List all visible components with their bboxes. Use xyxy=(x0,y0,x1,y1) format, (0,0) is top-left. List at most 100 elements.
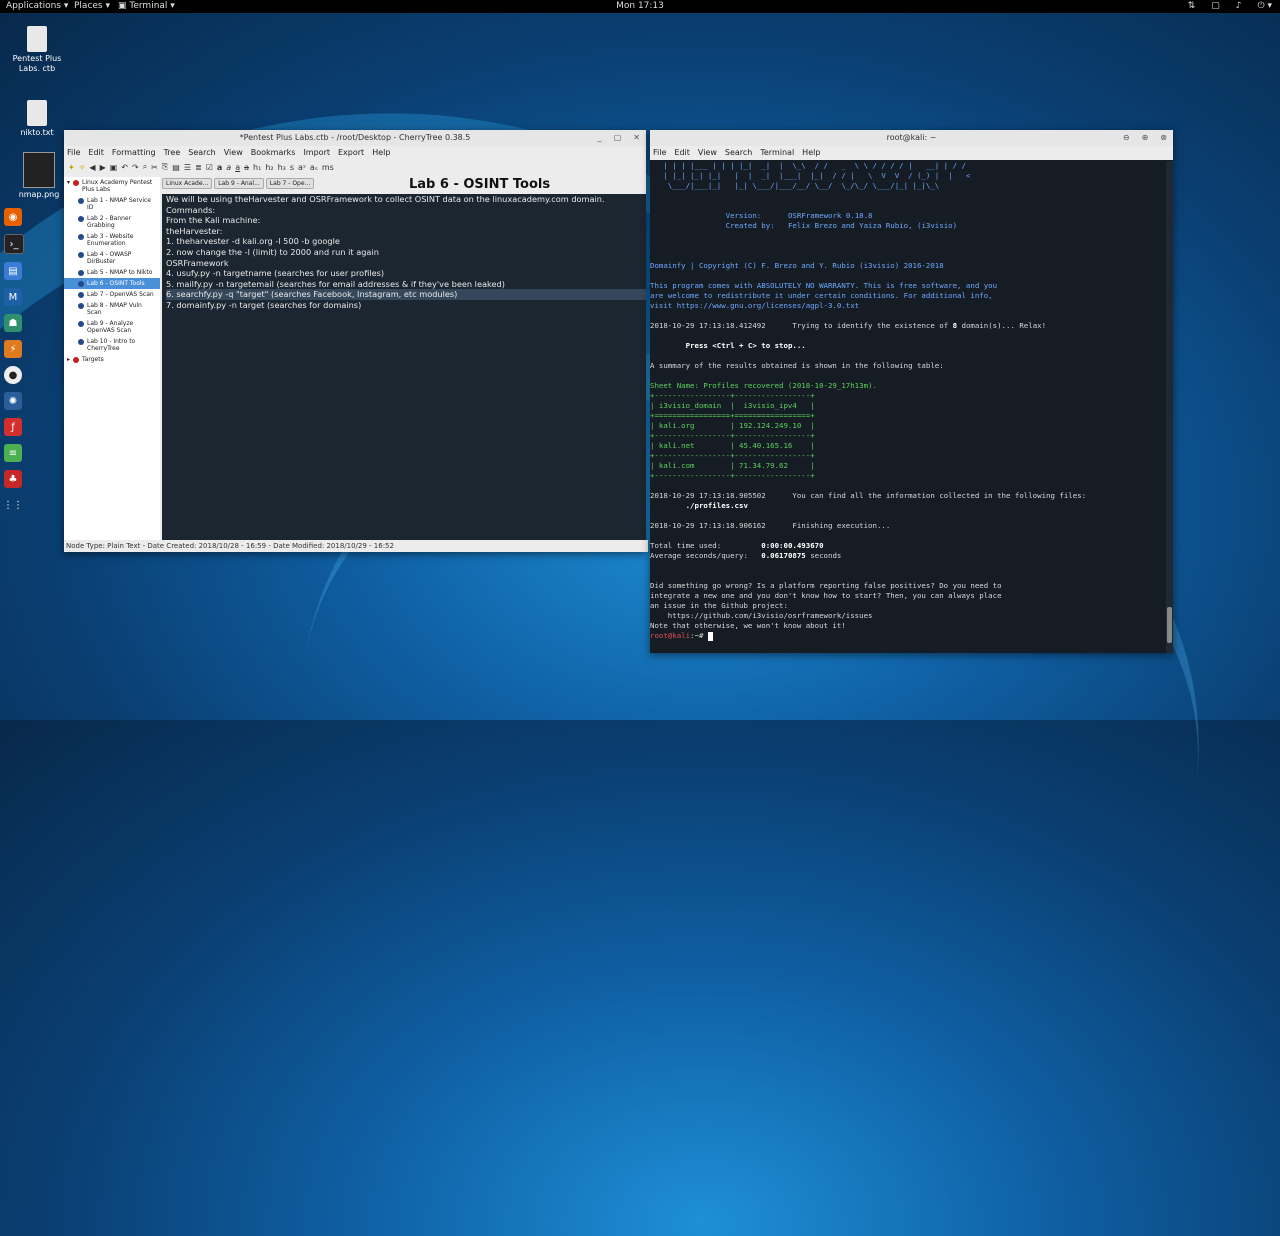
menu-bookmarks[interactable]: Bookmarks xyxy=(251,146,296,160)
close-icon[interactable]: ✕ xyxy=(633,130,640,146)
tree-node-label: Linux Academy Pentest Plus Labs xyxy=(82,179,153,193)
scrollbar-thumb[interactable] xyxy=(1167,607,1172,643)
tree-node-lab3[interactable]: Lab 3 - Website Enumeration xyxy=(64,231,160,249)
node-icon xyxy=(78,216,84,222)
created-value: Felix Brezo and Yaiza Rubio, (i3visio) xyxy=(787,221,958,230)
leafpad-icon[interactable]: ≡ xyxy=(4,444,22,462)
h2-icon[interactable]: h₂ xyxy=(265,163,273,172)
tab-linux-academy[interactable]: Linux Acade... xyxy=(162,178,213,189)
superscript-icon[interactable]: aˢ xyxy=(298,163,306,172)
bold-icon[interactable]: a xyxy=(217,163,222,172)
close-icon[interactable]: ⊗ xyxy=(1160,130,1167,146)
strikethrough-icon[interactable]: a xyxy=(244,163,249,172)
tree-node-lab10[interactable]: Lab 10 - Intro to CherryTree xyxy=(64,336,160,354)
node-icon xyxy=(78,339,84,345)
menu-tree[interactable]: Tree xyxy=(164,146,181,160)
bullet-list-icon[interactable]: ☰ xyxy=(184,163,191,172)
undo-icon[interactable]: ↶ xyxy=(121,163,128,172)
cut-icon[interactable]: ✂ xyxy=(151,163,158,172)
paste-icon[interactable]: ▤ xyxy=(172,163,180,172)
find-icon[interactable]: ⌕ xyxy=(143,162,147,172)
small-icon[interactable]: s xyxy=(290,163,294,172)
firefox-icon[interactable]: ◉ xyxy=(4,208,22,226)
terminal-titlebar[interactable]: root@kali: ~ ⊖ ⊕ ⊗ xyxy=(650,130,1173,146)
tree-node-root[interactable]: ▾ Linux Academy Pentest Plus Labs xyxy=(64,177,160,195)
menu-import[interactable]: Import xyxy=(303,146,330,160)
underline-icon[interactable]: a xyxy=(235,163,240,172)
maltego-icon[interactable]: ● xyxy=(4,366,22,384)
menu-view[interactable]: View xyxy=(224,146,243,160)
forward-icon[interactable]: ▶ xyxy=(100,163,106,172)
minimize-icon[interactable]: ⊖ xyxy=(1123,130,1130,146)
redo-icon[interactable]: ↷ xyxy=(132,163,139,172)
tree-node-lab1[interactable]: Lab 1 - NMAP Service ID xyxy=(64,195,160,213)
tree-node-lab9[interactable]: Lab 9 - Analyze OpenVAS Scan xyxy=(64,318,160,336)
power-icon[interactable]: ⏻ ▾ xyxy=(1258,0,1273,13)
maximize-icon[interactable]: ⊕ xyxy=(1142,130,1149,146)
menu-edit[interactable]: Edit xyxy=(674,146,690,160)
add-subnode-icon[interactable]: ✧ xyxy=(79,163,86,172)
add-node-icon[interactable]: ✦ xyxy=(68,163,75,172)
desktop-icon-ctb[interactable]: Pentest Plus Labs. ctb xyxy=(7,26,67,74)
menu-file[interactable]: File xyxy=(653,146,666,160)
metasploit-icon[interactable]: M xyxy=(4,288,22,306)
menu-file[interactable]: File xyxy=(67,146,80,160)
menu-search[interactable]: Search xyxy=(725,146,752,160)
faraday-icon[interactable]: ƒ xyxy=(4,418,22,436)
h3-icon[interactable]: h₃ xyxy=(278,163,286,172)
menu-help[interactable]: Help xyxy=(372,146,390,160)
tree-expander-icon[interactable]: ▾ xyxy=(67,179,70,186)
terminal-output[interactable]: | | | |___ | | | |_| _| | \_\ / / _ \ \ … xyxy=(650,161,1165,653)
total-label: Total time used: xyxy=(650,541,722,550)
clock[interactable]: Mon 17:13 xyxy=(0,0,1280,13)
checklist-icon[interactable]: ☑ xyxy=(206,163,213,172)
show-apps-icon[interactable]: ⋮⋮ xyxy=(3,496,23,514)
save-icon[interactable]: ▣ xyxy=(110,163,118,172)
copy-icon[interactable]: ⎘ xyxy=(162,162,168,172)
trying-text-end: domain(s)... Relax! xyxy=(957,321,1047,330)
shell-prompt: root@kali:~# xyxy=(650,631,708,640)
cherrytree-titlebar[interactable]: *Pentest Plus Labs.ctb - /root/Desktop -… xyxy=(64,130,646,146)
maximize-icon[interactable]: ▢ xyxy=(614,130,622,146)
tree-expander-icon[interactable]: ▸ xyxy=(67,356,70,363)
armitage-icon[interactable]: ☗ xyxy=(4,314,22,332)
tree-node-lab5[interactable]: Lab 5 - NMAP to Nikto xyxy=(64,267,160,278)
avg-value: 0.06170875 xyxy=(761,551,806,560)
cherrytree-icon[interactable]: ♣ xyxy=(4,470,22,488)
terminal-scrollbar[interactable] xyxy=(1166,161,1173,653)
italic-icon[interactable]: a xyxy=(226,163,231,172)
numbered-list-icon[interactable]: ≣ xyxy=(195,163,202,172)
tree-node-targets[interactable]: ▸ Targets xyxy=(64,354,160,365)
terminal-icon[interactable]: ›_ xyxy=(4,234,24,254)
node-icon xyxy=(73,357,80,363)
menu-help[interactable]: Help xyxy=(802,146,820,160)
tree-node-lab7[interactable]: Lab 7 - OpenVAS Scan xyxy=(64,289,160,300)
beef-icon[interactable]: ✺ xyxy=(4,392,22,410)
menu-terminal[interactable]: Terminal xyxy=(760,146,794,160)
subscript-icon[interactable]: aₛ xyxy=(310,163,318,172)
files-icon[interactable]: ▤ xyxy=(4,262,22,280)
burpsuite-icon[interactable]: ⚡ xyxy=(4,340,22,358)
workspace-icon[interactable]: ▢ xyxy=(1211,0,1220,13)
h1-icon[interactable]: h₁ xyxy=(253,163,261,172)
text-editor[interactable]: We will be using theHarvester and OSRFra… xyxy=(162,194,646,540)
tree-node-lab2[interactable]: Lab 2 - Banner Grabbing xyxy=(64,213,160,231)
tree-node-lab4[interactable]: Lab 4 - OWASP DirBuster xyxy=(64,249,160,267)
tree-node-lab6[interactable]: Lab 6 - OSINT Tools xyxy=(64,278,160,289)
tab-lab7[interactable]: Lab 7 - Ope... xyxy=(265,178,315,189)
desktop-icon-nmap[interactable]: nmap.png xyxy=(9,152,69,200)
menu-formatting[interactable]: Formatting xyxy=(112,146,156,160)
minimize-icon[interactable]: _ xyxy=(598,130,602,146)
menu-export[interactable]: Export xyxy=(338,146,364,160)
menu-search[interactable]: Search xyxy=(188,146,215,160)
monospace-icon[interactable]: ms xyxy=(322,163,334,172)
desktop-icon-nikto[interactable]: nikto.txt xyxy=(7,100,67,138)
tab-lab9[interactable]: Lab 9 - Anal... xyxy=(214,178,264,189)
tree-node-lab8[interactable]: Lab 8 - NMAP Vuln Scan xyxy=(64,300,160,318)
menu-edit[interactable]: Edit xyxy=(88,146,104,160)
node-icon xyxy=(78,292,84,298)
volume-icon[interactable]: ♪ xyxy=(1236,0,1242,13)
network-icon[interactable]: ⇅ xyxy=(1188,0,1196,13)
menu-view[interactable]: View xyxy=(698,146,717,160)
back-icon[interactable]: ◀ xyxy=(89,163,95,172)
